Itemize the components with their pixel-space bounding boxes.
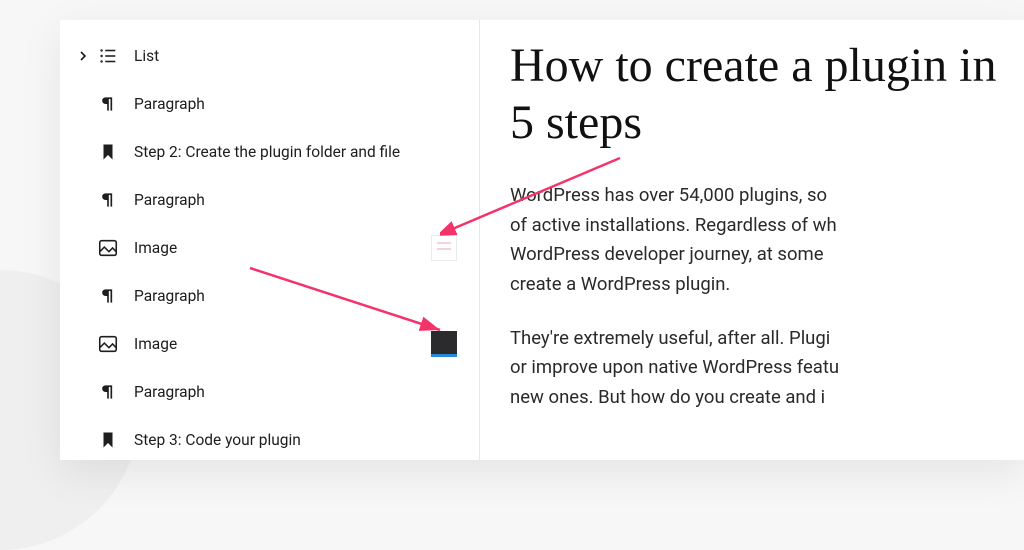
block-label: Paragraph [134, 95, 205, 113]
block-item-heading[interactable]: Step 3: Code your plugin [60, 416, 479, 460]
heading-icon [96, 428, 120, 452]
block-label: Paragraph [134, 191, 205, 209]
block-item-paragraph[interactable]: Paragraph [60, 80, 479, 128]
block-item-paragraph[interactable]: Paragraph [60, 368, 479, 416]
list-icon [96, 44, 120, 68]
block-item-heading[interactable]: Step 2: Create the plugin folder and fil… [60, 128, 479, 176]
editor-content: How to create a plugin in 5 steps WordPr… [480, 20, 1024, 460]
paragraph-icon [96, 188, 120, 212]
page-title: How to create a plugin in 5 steps [510, 38, 1024, 151]
editor-panel: List Paragraph Step 2: Create the plugin… [60, 20, 1024, 460]
image-icon [96, 236, 120, 260]
block-item-image[interactable]: Image [60, 320, 479, 368]
paragraph-text: WordPress has over 54,000 plugins, so of… [510, 181, 1024, 299]
block-item-paragraph[interactable]: Paragraph [60, 272, 479, 320]
heading-icon [96, 140, 120, 164]
image-thumbnail-light [431, 235, 457, 261]
image-icon [96, 332, 120, 356]
block-list-sidebar: List Paragraph Step 2: Create the plugin… [60, 20, 480, 460]
block-label: Image [134, 239, 177, 257]
block-label: Step 3: Code your plugin [134, 431, 301, 449]
block-item-paragraph[interactable]: Paragraph [60, 176, 479, 224]
image-thumbnail-dark [431, 331, 457, 357]
paragraph-icon [96, 380, 120, 404]
paragraph-text: They're extremely useful, after all. Plu… [510, 324, 1024, 413]
paragraph-icon [96, 284, 120, 308]
block-label: Paragraph [134, 383, 205, 401]
block-label: List [134, 47, 159, 65]
chevron-right-icon [76, 51, 90, 61]
block-label: Paragraph [134, 287, 205, 305]
block-label: Image [134, 335, 177, 353]
block-label: Step 2: Create the plugin folder and fil… [134, 143, 400, 161]
block-item-list[interactable]: List [60, 32, 479, 80]
block-item-image[interactable]: Image [60, 224, 479, 272]
paragraph-icon [96, 92, 120, 116]
